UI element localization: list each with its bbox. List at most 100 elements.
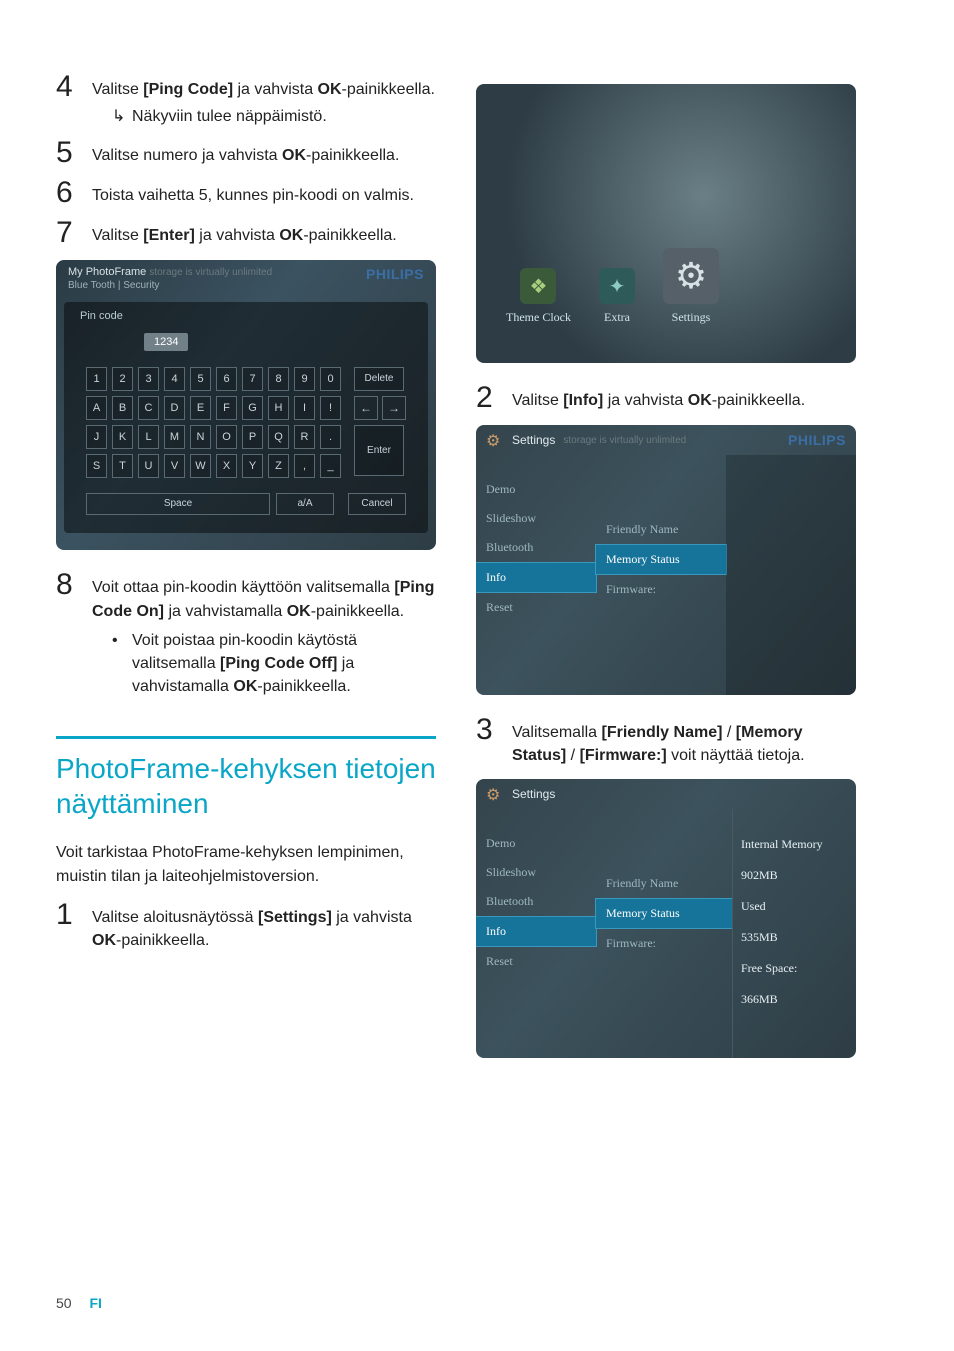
home-item-theme-clock[interactable]: ❖ Theme Clock: [506, 268, 571, 325]
keyboard-key[interactable]: I: [294, 396, 315, 420]
keyboard-key[interactable]: C: [138, 396, 159, 420]
keyboard-key[interactable]: K: [112, 425, 133, 449]
keyboard-key[interactable]: 5: [190, 367, 211, 391]
arrow-right-key[interactable]: →: [382, 396, 406, 420]
home-item-settings[interactable]: ⚙ Settings: [663, 248, 719, 325]
keyboard-key[interactable]: 7: [242, 367, 263, 391]
keyboard-key[interactable]: O: [216, 425, 237, 449]
settings-list-item[interactable]: Reset: [476, 947, 596, 976]
screenshot-memory-status: ⚙ Settings DemoSlideshowBluetoothInfoRes…: [476, 779, 856, 1058]
text: Valitse numero ja vahvista: [92, 147, 282, 164]
settings-list-item[interactable]: Firmware:: [596, 929, 732, 958]
keyboard-key[interactable]: 4: [164, 367, 185, 391]
text: -painikkeella.: [116, 932, 209, 949]
settings-list-item[interactable]: Bluetooth: [476, 887, 596, 916]
keyboard-key[interactable]: ,: [294, 454, 315, 478]
keyboard-key[interactable]: .: [320, 425, 341, 449]
keyboard-key[interactable]: 3: [138, 367, 159, 391]
settings-list-item[interactable]: Demo: [476, 475, 596, 504]
step-3: 3 Valitsemalla [Friendly Name] / [Memory…: [476, 715, 856, 767]
case-toggle-key[interactable]: a/A: [276, 493, 334, 515]
keyboard-key[interactable]: B: [112, 396, 133, 420]
step-number: 7: [56, 218, 92, 248]
keyboard-key[interactable]: 8: [268, 367, 289, 391]
kb-row: ABCDEFGHI!: [86, 396, 346, 420]
memory-status-value: 366MB: [733, 984, 856, 1015]
keyboard-key[interactable]: W: [190, 454, 211, 478]
text-bold: OK: [279, 227, 303, 244]
text: ja vahvistamalla: [164, 603, 287, 620]
delete-key[interactable]: Delete: [354, 367, 404, 391]
shot-breadcrumb: Blue Tooth | Security: [68, 280, 272, 292]
keyboard-key[interactable]: 9: [294, 367, 315, 391]
settings-list-item[interactable]: Friendly Name: [596, 869, 732, 898]
settings-list-item[interactable]: Demo: [476, 829, 596, 858]
keyboard-key[interactable]: V: [164, 454, 185, 478]
text-bold: OK: [92, 932, 116, 949]
keyboard-key[interactable]: S: [86, 454, 107, 478]
arrow-left-key[interactable]: ←: [354, 396, 378, 420]
keyboard-key[interactable]: L: [138, 425, 159, 449]
keyboard-key[interactable]: 6: [216, 367, 237, 391]
settings-list-item[interactable]: Reset: [476, 593, 596, 622]
home-item-extra[interactable]: ✦ Extra: [599, 268, 635, 325]
keyboard-key[interactable]: !: [320, 396, 341, 420]
step-number: 4: [56, 72, 92, 102]
text-bold: OK: [282, 147, 306, 164]
keyboard-key[interactable]: R: [294, 425, 315, 449]
keyboard-key[interactable]: U: [138, 454, 159, 478]
keyboard-key[interactable]: 1: [86, 367, 107, 391]
settings-list-item[interactable]: Slideshow: [476, 504, 596, 533]
settings-list-item[interactable]: Info: [476, 916, 597, 947]
memory-status-value: 535MB: [733, 922, 856, 953]
keyboard-key[interactable]: A: [86, 396, 107, 420]
keyboard-key[interactable]: F: [216, 396, 237, 420]
section-divider: [56, 736, 436, 739]
keyboard-key[interactable]: H: [268, 396, 289, 420]
screenshot-home: ❖ Theme Clock ✦ Extra ⚙ Settings: [476, 84, 856, 363]
keyboard-key[interactable]: 0: [320, 367, 341, 391]
keyboard-key[interactable]: P: [242, 425, 263, 449]
keyboard-key[interactable]: T: [112, 454, 133, 478]
space-key[interactable]: Space: [86, 493, 270, 515]
text-bold: OK: [233, 678, 257, 695]
settings-list-item[interactable]: Bluetooth: [476, 533, 596, 562]
step-number: 1: [56, 900, 92, 930]
settings-list-item[interactable]: Info: [476, 562, 597, 593]
text: Valitsemalla: [512, 724, 602, 741]
keyboard-key[interactable]: Q: [268, 425, 289, 449]
gear-icon: ⚙: [486, 785, 504, 803]
settings-list-item[interactable]: Friendly Name: [596, 515, 726, 544]
keyboard-key[interactable]: _: [320, 454, 341, 478]
settings-list-item[interactable]: Slideshow: [476, 858, 596, 887]
keyboard-key[interactable]: N: [190, 425, 211, 449]
keyboard-key[interactable]: E: [190, 396, 211, 420]
step-5: 5 Valitse numero ja vahvista OK-painikke…: [56, 138, 436, 168]
text: Valitse aloitusnäytössä: [92, 909, 258, 926]
keyboard-key[interactable]: X: [216, 454, 237, 478]
enter-key[interactable]: Enter: [354, 425, 404, 476]
settings-list-item[interactable]: Firmware:: [596, 575, 726, 604]
settings-list-item[interactable]: Memory Status: [595, 544, 727, 575]
step-number: 2: [476, 383, 512, 413]
settings-list-item[interactable]: Memory Status: [595, 898, 733, 929]
cancel-key[interactable]: Cancel: [348, 493, 406, 515]
keyboard-key[interactable]: Z: [268, 454, 289, 478]
keyboard-key[interactable]: 2: [112, 367, 133, 391]
step-number: 6: [56, 178, 92, 208]
text: voit näyttää tietoja.: [667, 747, 805, 764]
text: -painikkeella.: [257, 678, 350, 695]
keyboard-key[interactable]: Y: [242, 454, 263, 478]
gear-icon: ⚙: [663, 248, 719, 304]
text-bold: [Settings]: [258, 909, 332, 926]
step-number: 5: [56, 138, 92, 168]
keyboard-key[interactable]: J: [86, 425, 107, 449]
left-column: 4 Valitse [Ping Code] ja vahvista OK-pai…: [56, 72, 436, 1078]
pin-code-label: Pin code: [72, 306, 420, 332]
text: -painikkeella.: [311, 603, 404, 620]
keyboard-key[interactable]: G: [242, 396, 263, 420]
page-lang: FI: [89, 1295, 101, 1311]
keyboard-key[interactable]: M: [164, 425, 185, 449]
text: ja vahvista: [233, 81, 317, 98]
keyboard-key[interactable]: D: [164, 396, 185, 420]
